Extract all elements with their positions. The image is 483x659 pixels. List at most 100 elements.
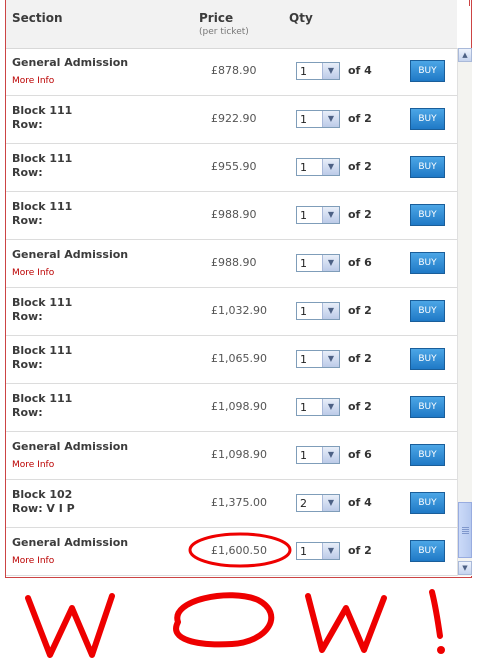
chevron-down-icon[interactable]: ▼ [322,351,339,367]
buy-button[interactable]: BUY [410,492,445,514]
ticket-price: £1,375.00 [211,496,267,509]
section-name: General Admission [12,248,129,261]
thumb-grip-line [462,533,469,534]
section-name: Block 102 [12,488,73,501]
ticket-row: General Admission More Info £878.90 1 ▼ of 4 B… [6,48,457,96]
quantity-select[interactable]: 1 ▼ [296,110,340,128]
quantity-value: 1 [300,113,307,126]
buy-button[interactable]: BUY [410,540,445,562]
section-name: Block 111 [12,200,73,213]
ticket-row: Block 111 Row: £922.90 1 ▼ of 2 BUY [6,96,457,144]
quantity-value: 1 [300,545,307,558]
ticket-list: General Admission More Info £878.90 1 ▼ of 4B… [6,48,457,576]
ticket-price: £1,065.90 [211,352,267,365]
chevron-down-icon[interactable]: ▼ [322,447,339,463]
ticket-price: £1,032.90 [211,304,267,317]
section-column-header: Section [12,11,63,25]
available-count: of 6 [348,256,372,269]
thumb-grip-line [462,531,469,532]
buy-button[interactable]: BUY [410,300,445,322]
buy-button[interactable]: BUY [410,108,445,130]
ticket-row: Block 102 Row: V I P £1,375.00 2 ▼ of 4 BUY [6,480,457,528]
quantity-select[interactable]: 1 ▼ [296,446,340,464]
chevron-down-icon[interactable]: ▼ [322,255,339,271]
row-label: Row: [12,310,43,323]
quantity-select[interactable]: 1 ▼ [296,302,340,320]
quantity-select[interactable]: 1 ▼ [296,62,340,80]
ticket-row: Block 111 Row: £1,032.90 1 ▼ of 2 BUY [6,288,457,336]
chevron-down-icon[interactable]: ▼ [322,495,339,511]
quantity-select[interactable]: 1 ▼ [296,542,340,560]
section-name: Block 111 [12,296,73,309]
ticket-price: £878.90 [211,64,257,77]
row-label: Row: [12,166,43,179]
section-name: General Admission [12,536,129,549]
ticket-row: Block 111 Row: £1,098.90 1 ▼ of 2 BUY [6,384,457,432]
quantity-select[interactable]: 1 ▼ [296,398,340,416]
buy-button[interactable]: BUY [410,252,445,274]
ticket-row: Block 111 Row: £988.90 1 ▼ of 2 BUY [6,192,457,240]
handwritten-letter-w [25,593,115,658]
available-count: of 6 [348,448,372,461]
price-column-header: Price [199,11,234,25]
wow-handwriting [25,589,443,658]
buy-button[interactable]: BUY [410,348,445,370]
chevron-down-icon[interactable]: ▼ [322,303,339,319]
buy-button[interactable]: BUY [410,396,445,418]
section-name: General Admission [12,56,129,69]
quantity-value: 1 [300,209,307,222]
quantity-value: 1 [300,161,307,174]
chevron-down-icon[interactable]: ▼ [322,111,339,127]
ticket-row: General Admission More Info £1,098.90 1 ▼ of … [6,432,457,480]
ticket-listing-panel: Section Price (per ticket) Qty General A… [5,0,472,578]
quantity-value: 1 [300,353,307,366]
vertical-scrollbar[interactable]: ▲ ▼ [457,48,472,576]
quantity-value: 1 [300,305,307,318]
scroll-up-arrow-icon[interactable]: ▲ [458,48,472,62]
scrollbar-thumb[interactable] [458,502,472,558]
available-count: of 2 [348,160,372,173]
buy-button[interactable]: BUY [410,204,445,226]
panel-corner [469,0,478,6]
available-count: of 2 [348,544,372,557]
buy-button[interactable]: BUY [410,60,445,82]
ticket-price: £1,098.90 [211,400,267,413]
quantity-select[interactable]: 1 ▼ [296,158,340,176]
more-info-link[interactable]: More Info [12,460,54,470]
ticket-price: £955.90 [211,160,257,173]
ticket-price: £1,600.50 [211,544,267,557]
handwritten-letter-o [173,592,275,648]
chevron-down-icon[interactable]: ▼ [322,63,339,79]
ticket-price: £988.90 [211,256,257,269]
quantity-value: 1 [300,401,307,414]
ticket-row: General Admission More Info £1,600.50 1 ▼ of … [6,528,457,576]
quantity-value: 2 [300,497,307,510]
available-count: of 4 [348,64,372,77]
buy-button[interactable]: BUY [410,156,445,178]
chevron-down-icon[interactable]: ▼ [322,399,339,415]
section-name: Block 111 [12,104,73,117]
more-info-link[interactable]: More Info [12,268,54,278]
quantity-select[interactable]: 1 ▼ [296,254,340,272]
row-label: Row: [12,358,43,371]
price-column-subheader: (per ticket) [199,27,249,37]
handwritten-exclamation-stroke [429,589,443,639]
scroll-down-arrow-icon[interactable]: ▼ [458,561,472,575]
section-name: Block 111 [12,344,73,357]
quantity-select[interactable]: 1 ▼ [296,350,340,368]
chevron-down-icon[interactable]: ▼ [322,207,339,223]
more-info-link[interactable]: More Info [12,556,54,566]
available-count: of 2 [348,400,372,413]
quantity-value: 1 [300,257,307,270]
row-label: Row: [12,118,43,131]
available-count: of 4 [348,496,372,509]
chevron-down-icon[interactable]: ▼ [322,543,339,559]
more-info-link[interactable]: More Info [12,76,54,86]
row-label: Row: V I P [12,502,75,515]
buy-button[interactable]: BUY [410,444,445,466]
table-header: Section Price (per ticket) Qty [6,0,457,49]
qty-column-header: Qty [289,11,313,25]
quantity-select[interactable]: 2 ▼ [296,494,340,512]
quantity-select[interactable]: 1 ▼ [296,206,340,224]
chevron-down-icon[interactable]: ▼ [322,159,339,175]
